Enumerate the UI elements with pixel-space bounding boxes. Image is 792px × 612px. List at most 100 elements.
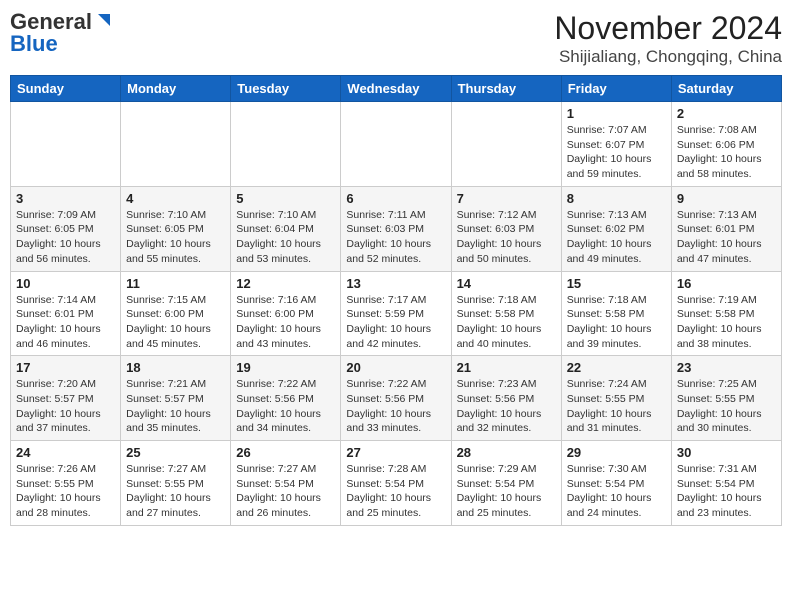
- day-info: Sunrise: 7:17 AM Sunset: 5:59 PM Dayligh…: [346, 293, 445, 352]
- day-number: 28: [457, 445, 556, 460]
- logo: General Blue: [10, 10, 110, 56]
- calendar-day-header: Monday: [121, 76, 231, 102]
- day-info: Sunrise: 7:18 AM Sunset: 5:58 PM Dayligh…: [457, 293, 556, 352]
- day-info: Sunrise: 7:22 AM Sunset: 5:56 PM Dayligh…: [236, 377, 335, 436]
- calendar-cell: [11, 102, 121, 187]
- day-info: Sunrise: 7:09 AM Sunset: 6:05 PM Dayligh…: [16, 208, 115, 267]
- calendar-day-header: Sunday: [11, 76, 121, 102]
- day-info: Sunrise: 7:26 AM Sunset: 5:55 PM Dayligh…: [16, 462, 115, 521]
- calendar-cell: [121, 102, 231, 187]
- day-info: Sunrise: 7:14 AM Sunset: 6:01 PM Dayligh…: [16, 293, 115, 352]
- calendar-week-row: 17Sunrise: 7:20 AM Sunset: 5:57 PM Dayli…: [11, 356, 782, 441]
- calendar-cell: 6Sunrise: 7:11 AM Sunset: 6:03 PM Daylig…: [341, 186, 451, 271]
- calendar-cell: 8 Sunrise: 7:13 AM Sunset: 6:02 PM Daylig…: [561, 186, 671, 271]
- day-number: 23: [677, 360, 776, 375]
- day-info: Sunrise: 7:07 AM Sunset: 6:07 PM Dayligh…: [567, 123, 666, 182]
- day-info: Sunrise: 7:27 AM Sunset: 5:55 PM Dayligh…: [126, 462, 225, 521]
- title-block: November 2024 Shijialiang, Chongqing, Ch…: [554, 10, 782, 67]
- day-info: Sunrise: 7:22 AM Sunset: 5:56 PM Dayligh…: [346, 377, 445, 436]
- day-info: Sunrise: 7:25 AM Sunset: 5:55 PM Dayligh…: [677, 377, 776, 436]
- day-info: Sunrise: 7:28 AM Sunset: 5:54 PM Dayligh…: [346, 462, 445, 521]
- day-number: 20: [346, 360, 445, 375]
- day-info: Sunrise: 7:21 AM Sunset: 5:57 PM Dayligh…: [126, 377, 225, 436]
- calendar-cell: 9 Sunrise: 7:13 AM Sunset: 6:01 PM Daylig…: [671, 186, 781, 271]
- calendar-cell: 24 Sunrise: 7:26 AM Sunset: 5:55 PM Dayli…: [11, 441, 121, 526]
- calendar-cell: 13 Sunrise: 7:17 AM Sunset: 5:59 PM Dayli…: [341, 271, 451, 356]
- calendar-cell: 15 Sunrise: 7:18 AM Sunset: 5:58 PM Dayli…: [561, 271, 671, 356]
- day-number: 1: [567, 106, 666, 121]
- day-number: 8: [567, 191, 666, 206]
- calendar-cell: [451, 102, 561, 187]
- day-number: 2: [677, 106, 776, 121]
- day-info: Sunrise: 7:29 AM Sunset: 5:54 PM Dayligh…: [457, 462, 556, 521]
- day-number: 21: [457, 360, 556, 375]
- calendar-week-row: 3 Sunrise: 7:09 AM Sunset: 6:05 PM Daylig…: [11, 186, 782, 271]
- day-number: 27: [346, 445, 445, 460]
- calendar-cell: [341, 102, 451, 187]
- calendar-cell: 3 Sunrise: 7:09 AM Sunset: 6:05 PM Daylig…: [11, 186, 121, 271]
- day-info: Sunrise: 7:27 AM Sunset: 5:54 PM Dayligh…: [236, 462, 335, 521]
- calendar-week-row: 10Sunrise: 7:14 AM Sunset: 6:01 PM Dayli…: [11, 271, 782, 356]
- day-info: Sunrise: 7:13 AM Sunset: 6:02 PM Dayligh…: [567, 208, 666, 267]
- day-number: 14: [457, 276, 556, 291]
- page-header: General Blue November 2024 Shijialiang, …: [10, 10, 782, 67]
- day-number: 3: [16, 191, 115, 206]
- calendar-cell: 29Sunrise: 7:30 AM Sunset: 5:54 PM Dayli…: [561, 441, 671, 526]
- day-info: Sunrise: 7:10 AM Sunset: 6:04 PM Dayligh…: [236, 208, 335, 267]
- day-number: 5: [236, 191, 335, 206]
- day-number: 16: [677, 276, 776, 291]
- day-number: 26: [236, 445, 335, 460]
- day-number: 13: [346, 276, 445, 291]
- day-info: Sunrise: 7:20 AM Sunset: 5:57 PM Dayligh…: [16, 377, 115, 436]
- calendar-day-header: Friday: [561, 76, 671, 102]
- calendar-cell: 23 Sunrise: 7:25 AM Sunset: 5:55 PM Dayli…: [671, 356, 781, 441]
- calendar-cell: 5 Sunrise: 7:10 AM Sunset: 6:04 PM Daylig…: [231, 186, 341, 271]
- day-info: Sunrise: 7:15 AM Sunset: 6:00 PM Dayligh…: [126, 293, 225, 352]
- page-subtitle: Shijialiang, Chongqing, China: [554, 47, 782, 67]
- calendar-week-row: 24 Sunrise: 7:26 AM Sunset: 5:55 PM Dayli…: [11, 441, 782, 526]
- day-info: Sunrise: 7:08 AM Sunset: 6:06 PM Dayligh…: [677, 123, 776, 182]
- calendar-cell: 16Sunrise: 7:19 AM Sunset: 5:58 PM Dayli…: [671, 271, 781, 356]
- calendar-cell: 18 Sunrise: 7:21 AM Sunset: 5:57 PM Dayli…: [121, 356, 231, 441]
- calendar-cell: 4 Sunrise: 7:10 AM Sunset: 6:05 PM Daylig…: [121, 186, 231, 271]
- calendar-day-header: Saturday: [671, 76, 781, 102]
- day-number: 7: [457, 191, 556, 206]
- day-number: 12: [236, 276, 335, 291]
- day-number: 4: [126, 191, 225, 206]
- calendar-cell: 28 Sunrise: 7:29 AM Sunset: 5:54 PM Dayli…: [451, 441, 561, 526]
- calendar-cell: 25 Sunrise: 7:27 AM Sunset: 5:55 PM Dayli…: [121, 441, 231, 526]
- day-number: 11: [126, 276, 225, 291]
- calendar-cell: 22 Sunrise: 7:24 AM Sunset: 5:55 PM Dayli…: [561, 356, 671, 441]
- day-number: 9: [677, 191, 776, 206]
- day-info: Sunrise: 7:13 AM Sunset: 6:01 PM Dayligh…: [677, 208, 776, 267]
- calendar-header-row: SundayMondayTuesdayWednesdayThursdayFrid…: [11, 76, 782, 102]
- calendar-day-header: Thursday: [451, 76, 561, 102]
- page-title: November 2024: [554, 10, 782, 47]
- calendar-cell: 2 Sunrise: 7:08 AM Sunset: 6:06 PM Daylig…: [671, 102, 781, 187]
- day-info: Sunrise: 7:30 AM Sunset: 5:54 PM Dayligh…: [567, 462, 666, 521]
- calendar-week-row: 1 Sunrise: 7:07 AM Sunset: 6:07 PM Daylig…: [11, 102, 782, 187]
- calendar-cell: 14 Sunrise: 7:18 AM Sunset: 5:58 PM Dayli…: [451, 271, 561, 356]
- calendar-cell: 17Sunrise: 7:20 AM Sunset: 5:57 PM Dayli…: [11, 356, 121, 441]
- calendar-cell: 26 Sunrise: 7:27 AM Sunset: 5:54 PM Dayli…: [231, 441, 341, 526]
- calendar-cell: 7Sunrise: 7:12 AM Sunset: 6:03 PM Daylig…: [451, 186, 561, 271]
- day-info: Sunrise: 7:16 AM Sunset: 6:00 PM Dayligh…: [236, 293, 335, 352]
- day-number: 22: [567, 360, 666, 375]
- day-number: 15: [567, 276, 666, 291]
- day-number: 18: [126, 360, 225, 375]
- day-info: Sunrise: 7:18 AM Sunset: 5:58 PM Dayligh…: [567, 293, 666, 352]
- calendar-cell: 27 Sunrise: 7:28 AM Sunset: 5:54 PM Dayli…: [341, 441, 451, 526]
- calendar-cell: 1 Sunrise: 7:07 AM Sunset: 6:07 PM Daylig…: [561, 102, 671, 187]
- day-number: 6: [346, 191, 445, 206]
- day-info: Sunrise: 7:10 AM Sunset: 6:05 PM Dayligh…: [126, 208, 225, 267]
- day-number: 24: [16, 445, 115, 460]
- logo-general-text: General: [10, 11, 92, 33]
- day-info: Sunrise: 7:24 AM Sunset: 5:55 PM Dayligh…: [567, 377, 666, 436]
- calendar-cell: 19Sunrise: 7:22 AM Sunset: 5:56 PM Dayli…: [231, 356, 341, 441]
- calendar-day-header: Tuesday: [231, 76, 341, 102]
- calendar-cell: 30Sunrise: 7:31 AM Sunset: 5:54 PM Dayli…: [671, 441, 781, 526]
- day-number: 25: [126, 445, 225, 460]
- calendar-cell: [231, 102, 341, 187]
- calendar-cell: 11 Sunrise: 7:15 AM Sunset: 6:00 PM Dayli…: [121, 271, 231, 356]
- calendar-cell: 12 Sunrise: 7:16 AM Sunset: 6:00 PM Dayli…: [231, 271, 341, 356]
